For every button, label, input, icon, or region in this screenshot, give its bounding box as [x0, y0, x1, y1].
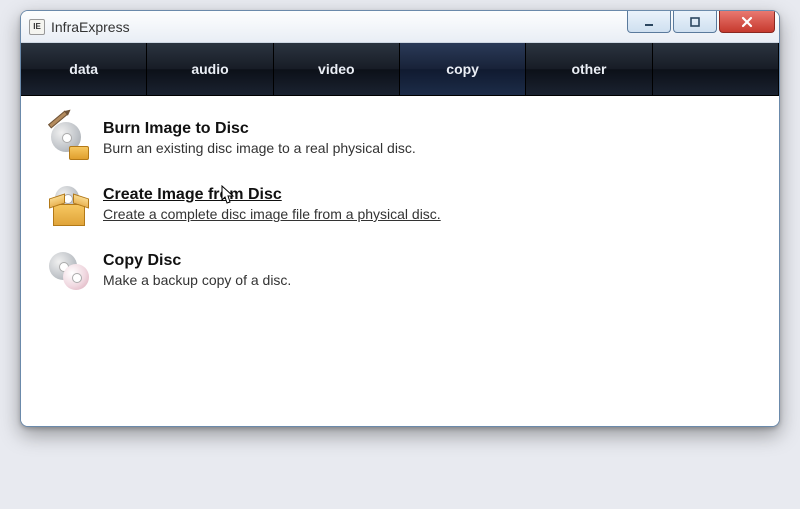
content-panel: Burn Image to Disc Burn an existing disc…: [21, 96, 779, 426]
copy-disc-icon: [49, 252, 89, 292]
app-window: IE InfraExpress data audio video copy ot…: [20, 10, 780, 427]
tab-video[interactable]: video: [274, 43, 400, 95]
action-title: Copy Disc: [103, 252, 291, 270]
tab-other[interactable]: other: [526, 43, 652, 95]
burn-image-icon: [49, 120, 89, 160]
tab-empty: [653, 43, 779, 95]
action-burn-image[interactable]: Burn Image to Disc Burn an existing disc…: [49, 120, 751, 160]
maximize-button[interactable]: [673, 11, 717, 33]
app-icon: IE: [29, 19, 45, 35]
minimize-button[interactable]: [627, 11, 671, 33]
window-title: InfraExpress: [51, 19, 130, 35]
close-button[interactable]: [719, 11, 775, 33]
action-title: Burn Image to Disc: [103, 120, 416, 138]
action-title: Create Image from Disc: [103, 186, 441, 204]
action-copy-disc[interactable]: Copy Disc Make a backup copy of a disc.: [49, 252, 751, 292]
tab-data[interactable]: data: [21, 43, 147, 95]
titlebar[interactable]: IE InfraExpress: [21, 11, 779, 43]
window-controls: [625, 11, 775, 35]
create-image-icon: [49, 186, 89, 226]
action-desc: Burn an existing disc image to a real ph…: [103, 140, 416, 156]
tab-copy[interactable]: copy: [400, 43, 526, 95]
main-toolbar: data audio video copy other: [21, 43, 779, 96]
tab-audio[interactable]: audio: [147, 43, 273, 95]
action-create-image[interactable]: Create Image from Disc Create a complete…: [49, 186, 751, 226]
action-desc: Make a backup copy of a disc.: [103, 272, 291, 288]
action-desc: Create a complete disc image file from a…: [103, 206, 441, 222]
